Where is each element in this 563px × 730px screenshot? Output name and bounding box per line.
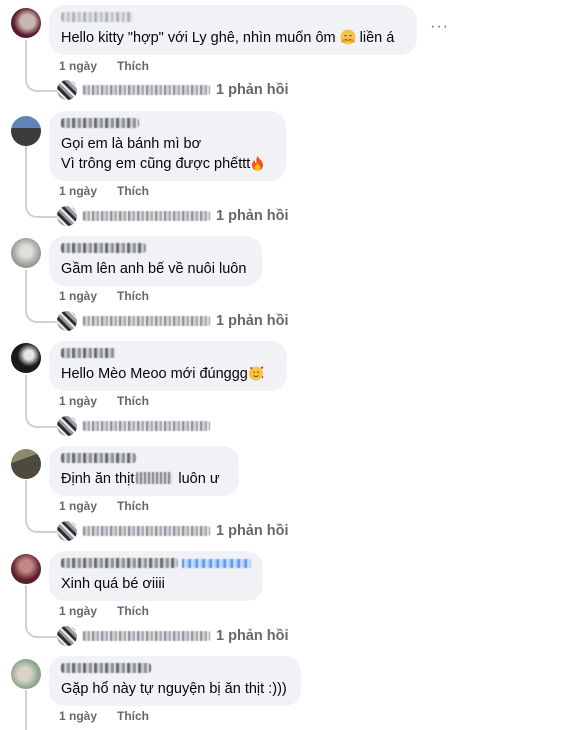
reply-names xyxy=(83,421,210,431)
avatar[interactable] xyxy=(11,449,41,479)
reply-avatar xyxy=(57,80,77,100)
replies-link[interactable] xyxy=(57,415,216,437)
redacted-text xyxy=(136,472,173,484)
comment-actions: 1 ngày Thích xyxy=(59,709,169,723)
thread-connector xyxy=(25,690,57,730)
replies-link[interactable]: 1 phản hồi xyxy=(57,625,289,647)
comment-bubble: Xinh quá bé ơiiii xyxy=(49,551,263,601)
comment-bubble: Gặp hổ này tự nguyện bị ăn thịt :))) xyxy=(49,656,301,706)
hugging-face-icon xyxy=(340,29,356,51)
smiling-face-with-hearts-icon xyxy=(248,365,264,387)
avatar[interactable] xyxy=(11,343,41,373)
reply-avatar xyxy=(57,521,77,541)
comment-bubble: Định ăn thịt luôn ư xyxy=(49,446,239,496)
reply-avatar xyxy=(57,626,77,646)
reply-names xyxy=(83,211,210,221)
comment-text: Gọi em là bánh mì bơ Vì trông em cũng đư… xyxy=(61,134,274,177)
replies-link[interactable]: 1 phản hồi xyxy=(57,79,289,101)
commenter-name[interactable] xyxy=(61,558,178,568)
reply-avatar xyxy=(57,206,77,226)
thread-connector xyxy=(25,480,57,533)
replies-link[interactable]: 1 phản hồi xyxy=(57,310,289,332)
replies-link[interactable]: 1 phản hồi xyxy=(57,205,289,227)
comment-actions: 1 ngày Thích xyxy=(59,59,169,73)
comment-bubble: Hello Mèo Meoo mới đúnggg xyxy=(49,341,287,391)
comment-text: Định ăn thịt luôn ư xyxy=(61,471,220,487)
like-button[interactable]: Thích xyxy=(117,394,149,408)
avatar[interactable] xyxy=(11,659,41,689)
replies-link[interactable]: 1 phản hồi xyxy=(57,520,289,542)
avatar[interactable] xyxy=(11,8,41,38)
comment-text: Gặp hổ này tự nguyện bị ăn thịt :))) xyxy=(61,681,287,697)
thread-connector xyxy=(25,146,57,218)
timestamp[interactable]: 1 ngày xyxy=(59,59,97,73)
like-button[interactable]: Thích xyxy=(117,709,149,723)
comment-actions: 1 ngày Thích xyxy=(59,289,169,303)
comment-text: Hello kitty "hợp" với Ly ghê, nhìn muốn … xyxy=(61,28,405,51)
timestamp[interactable]: 1 ngày xyxy=(59,394,97,408)
reply-count[interactable]: 1 phản hồi xyxy=(216,208,289,224)
reply-count[interactable]: 1 phản hồi xyxy=(216,523,289,539)
reply-names xyxy=(83,526,210,536)
commenter-name[interactable] xyxy=(61,118,139,128)
timestamp[interactable]: 1 ngày xyxy=(59,709,97,723)
thread-connector xyxy=(25,270,57,323)
avatar[interactable] xyxy=(11,116,41,146)
timestamp[interactable]: 1 ngày xyxy=(59,499,97,513)
reply-names xyxy=(83,316,210,326)
commenter-name[interactable] xyxy=(61,663,151,673)
comment-text: Hello Mèo Meoo mới đúnggg xyxy=(61,364,275,387)
commenter-name[interactable] xyxy=(61,453,136,463)
avatar[interactable] xyxy=(11,238,41,268)
reply-avatar xyxy=(57,416,77,436)
commenter-name[interactable] xyxy=(61,243,146,253)
commenter-name[interactable] xyxy=(61,12,133,22)
commenter-name-row xyxy=(61,558,251,568)
thread-connector xyxy=(25,40,57,92)
comment-bubble: Gầm lên anh bế về nuôi luôn xyxy=(49,236,262,286)
reply-count[interactable]: 1 phản hồi xyxy=(216,313,289,329)
thread-connector xyxy=(25,585,57,638)
timestamp[interactable]: 1 ngày xyxy=(59,184,97,198)
more-options-icon[interactable]: ··· xyxy=(430,18,449,36)
fire-icon xyxy=(250,155,265,177)
reply-count[interactable]: 1 phản hồi xyxy=(216,628,289,644)
like-button[interactable]: Thích xyxy=(117,184,149,198)
thread-connector xyxy=(25,375,57,428)
comment-actions: 1 ngày Thích xyxy=(59,604,169,618)
comment-bubble: Gọi em là bánh mì bơ Vì trông em cũng đư… xyxy=(49,111,286,181)
reply-names xyxy=(83,85,210,95)
reply-count[interactable]: 1 phản hồi xyxy=(216,82,289,98)
timestamp[interactable]: 1 ngày xyxy=(59,289,97,303)
timestamp[interactable]: 1 ngày xyxy=(59,604,97,618)
like-button[interactable]: Thích xyxy=(117,289,149,303)
profile-badge-icon xyxy=(181,558,251,568)
comment-bubble: Hello kitty "hợp" với Ly ghê, nhìn muốn … xyxy=(49,5,417,55)
comment-actions: 1 ngày Thích xyxy=(59,184,169,198)
comment-actions: 1 ngày Thích xyxy=(59,394,169,408)
reply-avatar xyxy=(57,311,77,331)
like-button[interactable]: Thích xyxy=(117,59,149,73)
avatar[interactable] xyxy=(11,554,41,584)
commenter-name[interactable] xyxy=(61,348,116,358)
like-button[interactable]: Thích xyxy=(117,499,149,513)
like-button[interactable]: Thích xyxy=(117,604,149,618)
comment-actions: 1 ngày Thích xyxy=(59,499,169,513)
comment-text: Gầm lên anh bế về nuôi luôn xyxy=(61,261,247,277)
comment-text: Xinh quá bé ơiiii xyxy=(61,576,165,592)
reply-names xyxy=(83,631,210,641)
